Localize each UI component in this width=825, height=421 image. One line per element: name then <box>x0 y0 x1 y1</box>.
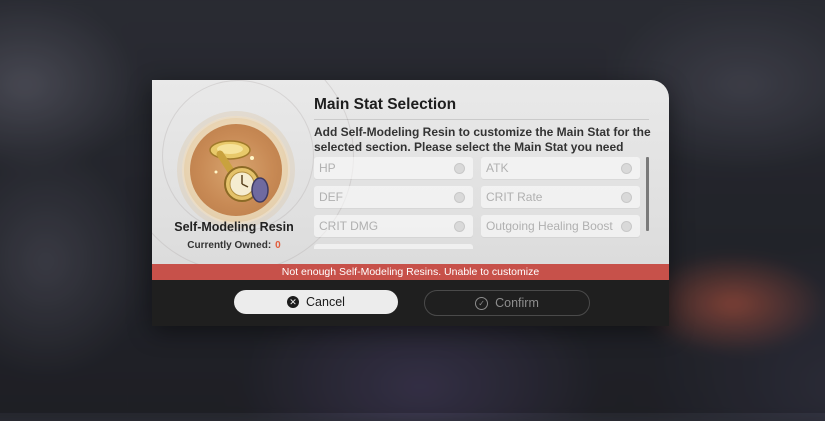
stat-options-list[interactable]: HP ATK DEF CRIT Rate CRIT DMG Outgoing H… <box>314 157 650 249</box>
radio-icon[interactable] <box>621 192 632 203</box>
stat-option-label: CRIT Rate <box>486 190 543 204</box>
radio-icon[interactable] <box>621 163 632 174</box>
stat-option-outgoing-healing-boost[interactable]: Outgoing Healing Boost <box>481 215 640 237</box>
item-icon-background <box>190 124 282 216</box>
radio-icon[interactable] <box>621 221 632 232</box>
cancel-label: Cancel <box>306 295 345 309</box>
confirm-button[interactable]: ✓ Confirm <box>424 290 590 316</box>
stat-option-label: CRIT DMG <box>319 219 379 233</box>
item-icon-frame <box>182 116 290 224</box>
dialog-title: Main Stat Selection <box>314 96 457 113</box>
main-stat-selection-dialog: Self-Modeling Resin Currently Owned: 0 Ma… <box>152 80 669 326</box>
owned-row: Currently Owned: 0 <box>152 240 316 251</box>
owned-count: 0 <box>275 240 281 251</box>
stat-option-hp[interactable]: HP <box>314 157 473 179</box>
confirm-label: Confirm <box>495 296 539 310</box>
cancel-button[interactable]: ✕ Cancel <box>234 290 398 314</box>
title-divider <box>314 119 649 120</box>
check-icon: ✓ <box>475 296 489 310</box>
stat-option-label: DEF <box>319 190 343 204</box>
options-scrollbar[interactable] <box>646 157 649 231</box>
radio-icon[interactable] <box>454 221 465 232</box>
warning-banner: Not enough Self-Modeling Resins. Unable … <box>152 264 669 280</box>
stat-option-def[interactable]: DEF <box>314 186 473 208</box>
radio-icon[interactable] <box>454 163 465 174</box>
stat-option-partial[interactable] <box>314 244 473 249</box>
stat-option-atk[interactable]: ATK <box>481 157 640 179</box>
item-name: Self-Modeling Resin <box>174 220 294 234</box>
dialog-footer: ✕ Cancel ✓ Confirm <box>152 280 669 326</box>
stat-option-label: HP <box>319 161 336 175</box>
radio-icon[interactable] <box>454 192 465 203</box>
owned-label: Currently Owned: <box>187 240 272 251</box>
stat-option-label: ATK <box>486 161 509 175</box>
stat-option-label: Outgoing Healing Boost <box>486 219 613 233</box>
dialog-body: Self-Modeling Resin Currently Owned: 0 Ma… <box>152 80 669 272</box>
resin-pocket-watch-icon <box>209 140 269 203</box>
stat-option-crit-dmg[interactable]: CRIT DMG <box>314 215 473 237</box>
close-icon: ✕ <box>287 296 300 308</box>
dialog-description: Add Self-Modeling Resin to customize the… <box>314 125 651 154</box>
stat-option-crit-rate[interactable]: CRIT Rate <box>481 186 640 208</box>
